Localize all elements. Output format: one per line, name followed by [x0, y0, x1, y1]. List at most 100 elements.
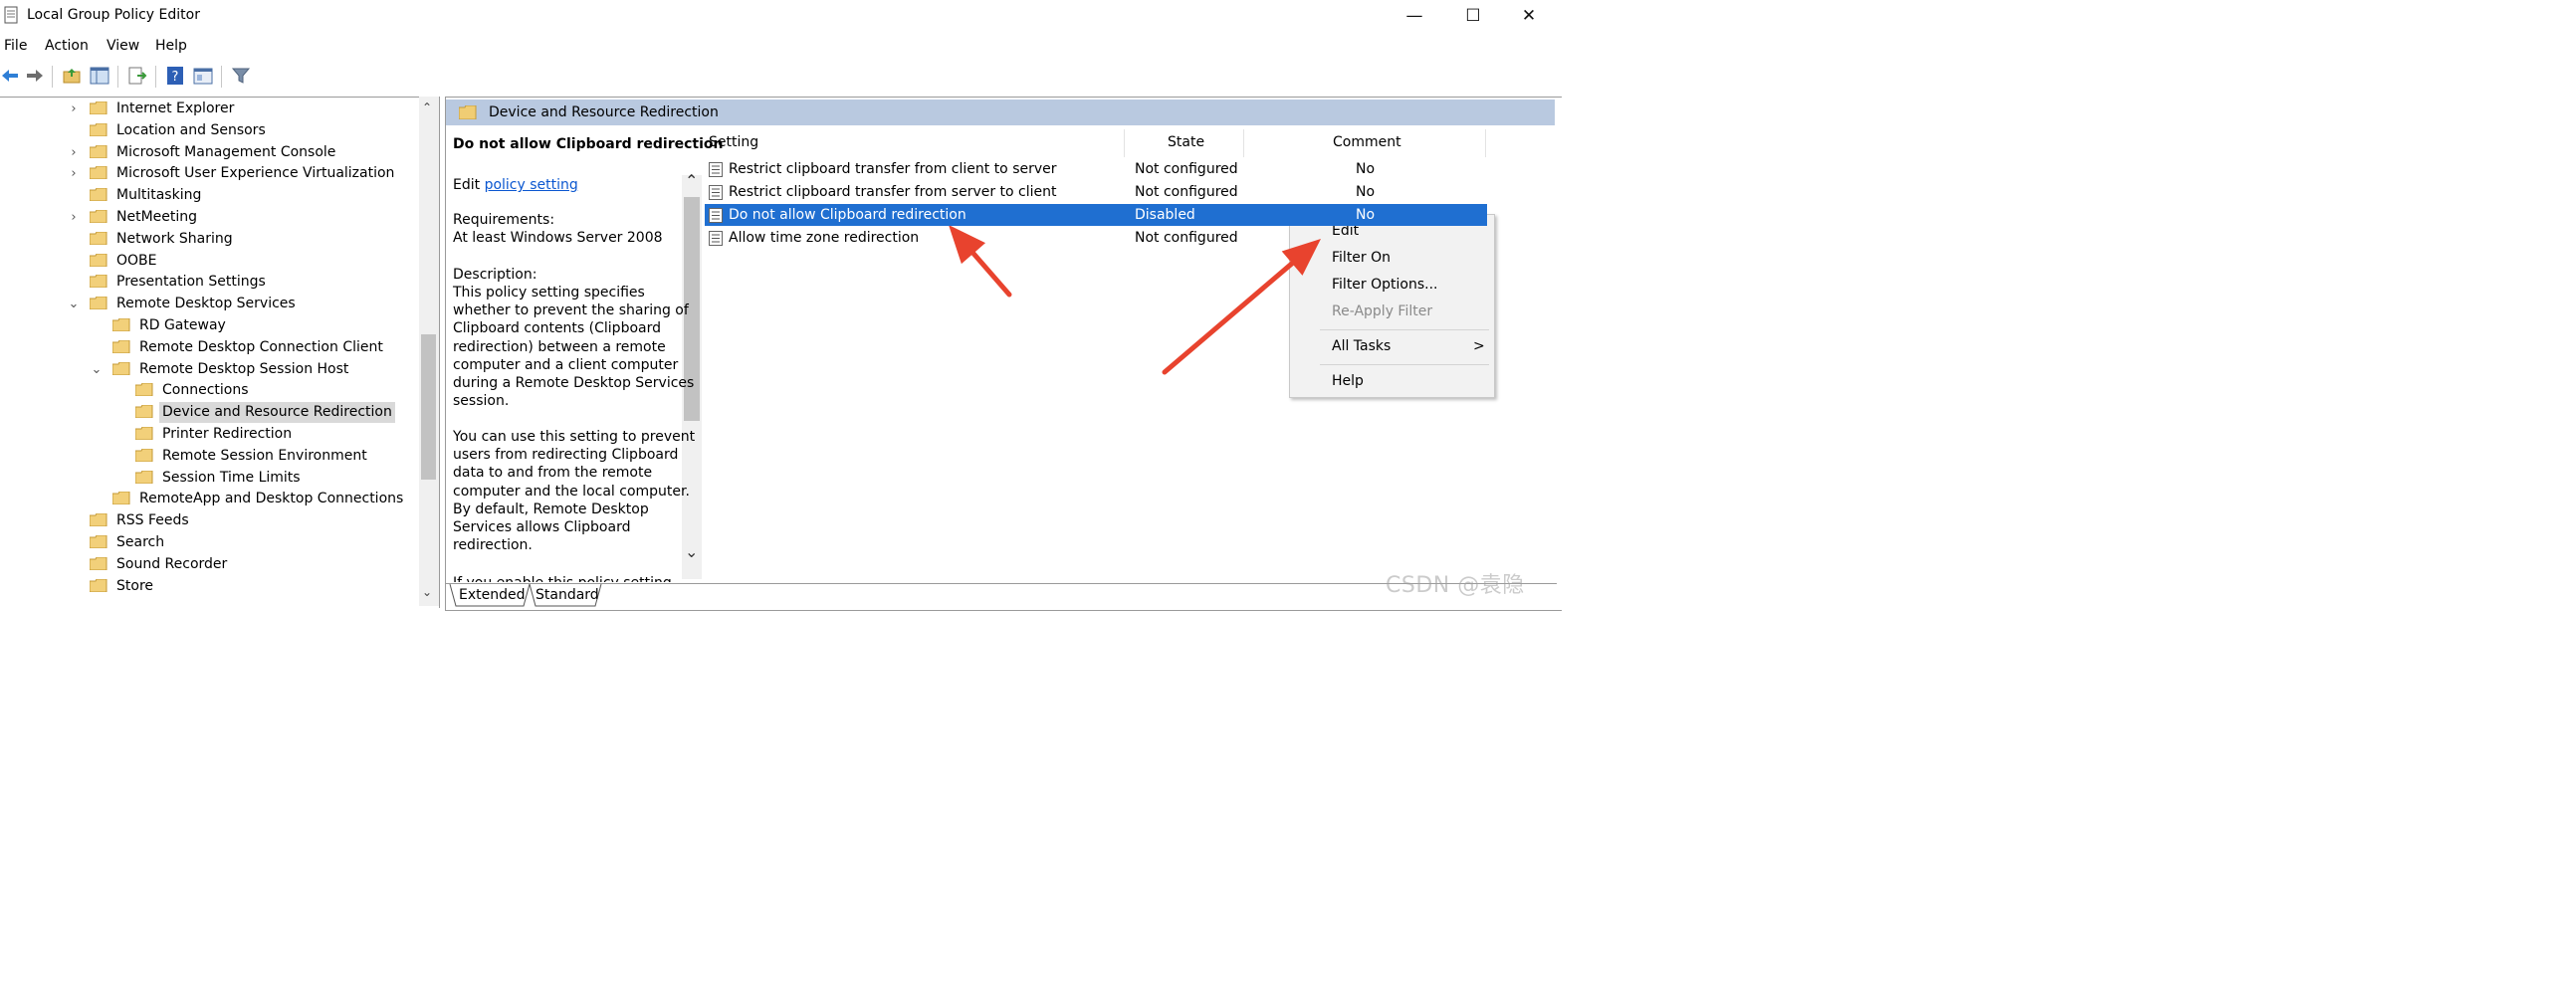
tree-item[interactable]: Printer Redirection — [135, 424, 295, 445]
folder-icon — [112, 361, 130, 375]
scroll-down-icon[interactable]: ⌄ — [685, 542, 698, 561]
chevron-right-icon[interactable]: › — [68, 99, 80, 119]
policy-state: Not configured — [1135, 184, 1238, 200]
help-icon[interactable]: ? — [165, 66, 185, 86]
folder-icon — [135, 427, 153, 440]
folder-icon — [90, 144, 107, 158]
column-divider[interactable] — [1124, 129, 1125, 157]
maximize-button[interactable]: ☐ — [1453, 4, 1493, 28]
description-line: Services allows Clipboard — [453, 519, 631, 535]
group-policy-app-icon — [4, 6, 18, 24]
tree-item[interactable]: RemoteApp and Desktop Connections — [112, 489, 406, 509]
chevron-down-icon[interactable]: ⌄ — [91, 359, 103, 380]
tree-item[interactable]: RD Gateway — [112, 315, 229, 336]
chevron-right-icon[interactable]: › — [68, 163, 80, 184]
policy-row[interactable]: Do not allow Clipboard redirection Disabl… — [705, 204, 1487, 226]
tree-item[interactable]: › Internet Explorer — [71, 99, 237, 119]
menu-view[interactable]: View — [107, 38, 139, 54]
minimize-button[interactable]: — — [1395, 4, 1434, 28]
column-divider[interactable] — [1485, 129, 1486, 157]
scroll-up-icon[interactable]: ⌃ — [685, 171, 698, 190]
column-header-setting[interactable]: Setting — [709, 134, 758, 150]
folder-icon — [112, 492, 130, 505]
tree-item[interactable]: Remote Session Environment — [135, 446, 370, 467]
policy-row[interactable]: Restrict clipboard transfer from client … — [705, 158, 1487, 180]
title-bar — [0, 0, 1561, 32]
edit-policy-link[interactable]: policy setting — [485, 177, 578, 193]
toolbar-separator — [155, 66, 156, 88]
tab-standard[interactable]: Standard — [536, 587, 599, 611]
show-hide-tree-icon[interactable] — [90, 66, 109, 86]
filter-icon[interactable] — [231, 66, 251, 86]
toolbar-separator — [221, 66, 222, 88]
tree-item[interactable]: Store — [90, 576, 156, 597]
column-divider[interactable] — [1243, 129, 1244, 157]
folder-icon — [135, 383, 153, 397]
tree-item[interactable]: › NetMeeting — [71, 207, 200, 228]
menu-help[interactable]: Help — [155, 38, 187, 54]
tree-item[interactable]: Multitasking — [90, 185, 204, 206]
tree-item[interactable]: ⌄ Remote Desktop Session Host — [92, 359, 351, 380]
close-button[interactable]: ✕ — [1509, 4, 1549, 28]
tree-item[interactable]: ⌄ Remote Desktop Services — [69, 294, 299, 314]
folder-icon — [90, 578, 107, 592]
scroll-down-icon[interactable]: ⌄ — [422, 585, 432, 599]
description-line: during a Remote Desktop Services — [453, 375, 695, 391]
folder-icon — [135, 470, 153, 484]
policy-row[interactable]: Restrict clipboard transfer from server … — [705, 181, 1487, 203]
tree-item-label: Presentation Settings — [116, 274, 266, 291]
chevron-down-icon[interactable]: ⌄ — [68, 294, 80, 314]
tree-item-label: Microsoft User Experience Virtualization — [116, 165, 395, 182]
tree-item[interactable]: Remote Desktop Connection Client — [112, 337, 386, 358]
tree-item[interactable]: RSS Feeds — [90, 510, 192, 531]
ctx-help[interactable]: Help — [1332, 373, 1364, 389]
tree-scrollbar-thumb[interactable] — [421, 334, 436, 480]
forward-icon[interactable] — [25, 66, 45, 86]
up-folder-icon[interactable] — [62, 66, 82, 86]
policy-comment: No — [1356, 161, 1376, 177]
description-line: users from redirecting Clipboard — [453, 447, 679, 464]
back-icon[interactable] — [0, 66, 20, 86]
policy-name: Do not allow Clipboard redirection — [729, 207, 966, 223]
tree-item[interactable]: Device and Resource Redirection — [135, 402, 395, 424]
description-line: redirection) between a remote — [453, 338, 666, 355]
tab-extended[interactable]: Extended — [459, 587, 526, 611]
tree-item[interactable]: › Microsoft User Experience Virtualizatio… — [71, 163, 397, 184]
pane-header-title: Device and Resource Redirection — [489, 104, 719, 120]
column-header-state[interactable]: State — [1168, 134, 1204, 150]
watermark: CSDN @袁隐 — [1386, 573, 1525, 598]
tree-item[interactable]: Location and Sensors — [90, 120, 269, 141]
policy-row[interactable]: Allow time zone redirection Not configure… — [705, 227, 1487, 249]
menu-action[interactable]: Action — [45, 38, 89, 54]
tree-item[interactable]: Presentation Settings — [90, 272, 269, 293]
tree-item-label: Remote Desktop Services — [116, 296, 296, 312]
ctx-filter-on[interactable]: Filter On — [1332, 250, 1391, 266]
tree-item[interactable]: Session Time Limits — [135, 468, 304, 489]
ctx-filter-options[interactable]: Filter Options... — [1332, 277, 1438, 293]
policy-state: Disabled — [1135, 207, 1195, 223]
tree-item[interactable]: Network Sharing — [90, 229, 236, 250]
folder-icon — [90, 188, 107, 202]
tree-item-label: Remote Desktop Connection Client — [139, 338, 383, 355]
chevron-right-icon[interactable]: › — [68, 207, 80, 228]
policy-name: Restrict clipboard transfer from server … — [729, 184, 1057, 200]
tree-item[interactable]: › Microsoft Management Console — [71, 142, 338, 163]
description-label: Description: — [453, 267, 537, 283]
ctx-all-tasks[interactable]: All Tasks — [1332, 338, 1391, 354]
menu-file[interactable]: File — [4, 38, 27, 54]
properties-icon[interactable] — [193, 66, 213, 86]
requirements-value: At least Windows Server 2008 — [453, 230, 663, 246]
svg-text:?: ? — [172, 70, 179, 85]
tree-item[interactable]: Connections — [135, 380, 252, 401]
folder-icon — [90, 253, 107, 267]
tree-item[interactable]: Sound Recorder — [90, 554, 230, 575]
minimize-icon: — — [1405, 6, 1423, 26]
toolbar-separator — [52, 66, 53, 88]
tree-item[interactable]: Search — [90, 532, 167, 553]
tree-item[interactable]: OOBE — [90, 251, 160, 272]
scroll-up-icon[interactable]: ⌃ — [422, 100, 432, 114]
column-header-comment[interactable]: Comment — [1333, 134, 1401, 150]
chevron-right-icon[interactable]: › — [68, 142, 80, 163]
export-list-icon[interactable] — [127, 66, 147, 86]
policy-setting-icon — [709, 208, 723, 223]
